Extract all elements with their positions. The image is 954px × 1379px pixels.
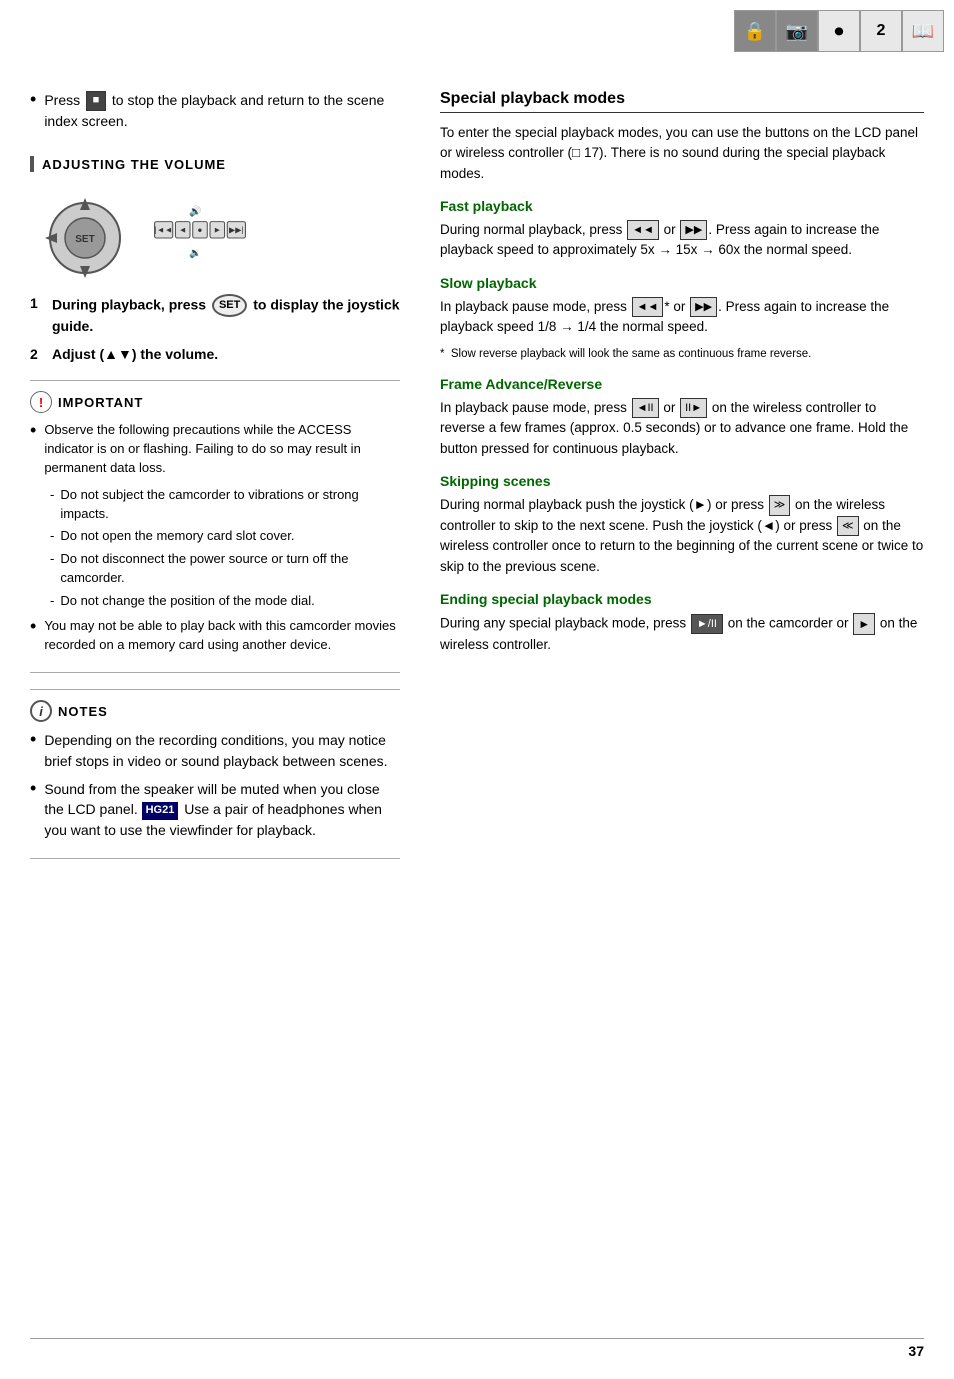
left-column: • Press ■ to stop the playback and retur… xyxy=(0,70,420,889)
important-bullet-1-text: Observe the following precautions while … xyxy=(44,421,400,478)
right-column: Special playback modes To enter the spec… xyxy=(420,70,954,889)
intro-bullet-section: • Press ■ to stop the playback and retur… xyxy=(30,90,400,132)
notes-label: NOTES xyxy=(58,704,108,719)
step-1-number: 1 xyxy=(30,294,52,314)
header-icons: 🔒 📷 ⏺ 2 📖 xyxy=(734,10,944,52)
step-1-text: During playback, press SET to display th… xyxy=(52,294,400,337)
bullet-dot-2: • xyxy=(30,617,36,637)
rewind-icon: ◄◄ xyxy=(627,220,659,241)
sub-bullet-1: - Do not subject the camcorder to vibrat… xyxy=(50,486,400,524)
slow-ffwd-icon: ▶▶ xyxy=(690,297,717,318)
circle-icon: ⏺ xyxy=(818,10,860,52)
diagram-area: SET 🔊 |◄◄ ◄ xyxy=(40,188,400,278)
adjusting-volume-title: Adjusting the Volume xyxy=(42,157,226,172)
play-pause-icon: ►/II xyxy=(691,614,723,635)
slow-playback-title: Slow playback xyxy=(440,275,924,291)
main-layout: • Press ■ to stop the playback and retur… xyxy=(0,0,954,889)
dash-3: - xyxy=(50,550,54,588)
skipping-scenes-text: During normal playback push the joystick… xyxy=(440,495,924,577)
ending-special-title: Ending special playback modes xyxy=(440,591,924,607)
number-icon: 2 xyxy=(860,10,902,52)
page-number: 37 xyxy=(908,1343,924,1359)
sub-bullet-3-text: Do not disconnect the power source or tu… xyxy=(60,550,400,588)
ffwd-icon: ▶▶ xyxy=(680,220,707,241)
step-1: 1 During playback, press SET to display … xyxy=(30,294,400,337)
frame-advance-text: In playback pause mode, press ◄II or II►… xyxy=(440,398,924,459)
bottom-divider xyxy=(30,1338,924,1339)
dash-2: - xyxy=(50,527,54,546)
notes-bullet-2: • Sound from the speaker will be muted w… xyxy=(30,779,400,840)
notes-bullet-2-text: Sound from the speaker will be muted whe… xyxy=(44,779,400,840)
dash-4: - xyxy=(50,592,54,611)
notes-icon: i xyxy=(30,700,52,722)
important-label: IMPORTANT xyxy=(58,395,143,410)
important-icon: ! xyxy=(30,391,52,413)
sub-bullet-1-text: Do not subject the camcorder to vibratio… xyxy=(60,486,400,524)
notes-bullet-1-text: Depending on the recording conditions, y… xyxy=(44,730,400,771)
step-2: 2 Adjust (▲▼) the volume. xyxy=(30,345,400,365)
fast-playback-text: During normal playback, press ◄◄ or ▶▶. … xyxy=(440,220,924,261)
important-bullet-2: • You may not be able to play back with … xyxy=(30,617,400,655)
numbered-steps: 1 During playback, press SET to display … xyxy=(30,294,400,365)
important-bullet-2-text: You may not be able to play back with th… xyxy=(44,617,400,655)
skip-fwd-icon: ≫ xyxy=(769,495,791,516)
stop-button-icon: ■ xyxy=(86,91,106,111)
skipping-scenes-title: Skipping scenes xyxy=(440,473,924,489)
notes-header: i NOTES xyxy=(30,700,400,722)
svg-text:▶▶|: ▶▶| xyxy=(229,225,244,234)
sub-bullet-4-text: Do not change the position of the mode d… xyxy=(60,592,314,611)
fast-playback-title: Fast playback xyxy=(440,198,924,214)
sub-bullet-4: - Do not change the position of the mode… xyxy=(50,592,400,611)
notes-bullet-1: • Depending on the recording conditions,… xyxy=(30,730,400,771)
sub-bullet-2: - Do not open the memory card slot cover… xyxy=(50,527,400,546)
bullet-dot-1: • xyxy=(30,421,36,441)
remote-diagram: 🔊 |◄◄ ◄ ● ► ▶▶| 🔉 xyxy=(150,198,250,268)
svg-text:●: ● xyxy=(198,225,203,234)
book-icon: 📖 xyxy=(902,10,944,52)
special-playback-intro: To enter the special playback modes, you… xyxy=(440,123,924,184)
important-header: ! IMPORTANT xyxy=(30,391,400,413)
svg-text:🔊: 🔊 xyxy=(189,204,201,217)
important-bullets: • Observe the following precautions whil… xyxy=(30,421,400,654)
important-section: ! IMPORTANT • Observe the following prec… xyxy=(30,380,400,673)
frame-advance-title: Frame Advance/Reverse xyxy=(440,376,924,392)
sub-bullet-2-text: Do not open the memory card slot cover. xyxy=(60,527,294,546)
svg-text:►: ► xyxy=(213,225,221,234)
adjusting-volume-header: Adjusting the Volume xyxy=(30,156,400,172)
important-bullet-1: • Observe the following precautions whil… xyxy=(30,421,400,478)
hg21-badge: HG21 xyxy=(142,802,179,820)
set-button-icon: SET xyxy=(212,294,247,317)
step-2-number: 2 xyxy=(30,345,52,365)
sub-bullets: - Do not subject the camcorder to vibrat… xyxy=(50,486,400,611)
skip-rev-icon: ≪ xyxy=(837,516,859,537)
intro-bullet-text: Press ■ to stop the playback and return … xyxy=(44,90,400,132)
svg-text:🔉: 🔉 xyxy=(189,248,201,259)
svg-text:SET: SET xyxy=(75,234,94,245)
svg-text:◄: ◄ xyxy=(179,225,187,234)
step-2-text: Adjust (▲▼) the volume. xyxy=(52,345,218,365)
bullet-dot-n2: • xyxy=(30,779,36,799)
camera-icon: 📷 xyxy=(776,10,818,52)
bullet-dot: • xyxy=(30,90,36,110)
dash-1: - xyxy=(50,486,54,524)
notes-section: i NOTES • Depending on the recording con… xyxy=(30,689,400,858)
lock-icon: 🔒 xyxy=(734,10,776,52)
bullet-dot-n1: • xyxy=(30,730,36,750)
ending-special-text: During any special playback mode, press … xyxy=(440,613,924,655)
sub-bullet-3: - Do not disconnect the power source or … xyxy=(50,550,400,588)
frame-rev-icon: ◄II xyxy=(632,398,659,419)
special-playback-title: Special playback modes xyxy=(440,90,924,113)
intro-bullet-item: • Press ■ to stop the playback and retur… xyxy=(30,90,400,132)
play-icon: ► xyxy=(853,613,875,635)
slow-rewind-icon: ◄◄ xyxy=(632,297,664,318)
slow-playback-footnote: * Slow reverse playback will look the sa… xyxy=(440,346,924,362)
notes-bullets: • Depending on the recording conditions,… xyxy=(30,730,400,839)
svg-text:|◄◄: |◄◄ xyxy=(154,225,172,234)
slow-playback-text: In playback pause mode, press ◄◄* or ▶▶.… xyxy=(440,297,924,338)
joystick-diagram: SET xyxy=(40,188,130,278)
frame-fwd-icon: II► xyxy=(680,398,707,419)
